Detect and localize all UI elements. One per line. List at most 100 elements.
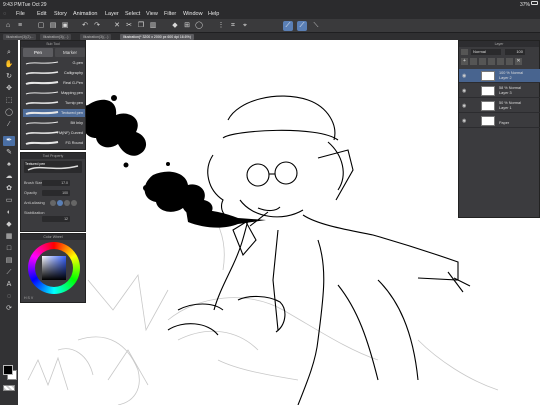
open-icon[interactable]: ▤ [48,21,58,31]
antialias-medium[interactable] [64,200,70,206]
blend-mode-select[interactable]: Normal [471,49,501,55]
tab-marker[interactable]: Marker [55,48,85,57]
snap-grid-icon[interactable]: ⟍ [311,21,321,31]
main-color-swatch[interactable] [3,365,13,375]
menu-layer[interactable]: Layer [105,11,119,17]
pencil-icon[interactable]: ✎ [3,148,15,158]
opacity-row[interactable]: Opacity 100 [24,189,82,197]
eyedropper-icon[interactable]: ⁄ [3,120,15,130]
move-icon[interactable]: ✥ [3,84,15,94]
merge-layer-icon[interactable] [497,58,504,65]
frame-icon[interactable]: ▤ [3,256,15,266]
fill-icon[interactable]: ◆ [170,21,180,31]
brush-item[interactable]: Mapping pen [23,89,85,97]
brush-item[interactable]: FG Round [23,139,85,147]
undo-icon[interactable]: ↶ [80,21,90,31]
ruler-tool-icon[interactable]: ⟋ [3,268,15,278]
delete-layer-icon[interactable]: ✕ [515,58,522,65]
new-folder-icon[interactable] [479,58,486,65]
text-icon[interactable]: A [3,280,15,290]
brush-item[interactable]: Textured pen [23,109,85,117]
visibility-eye-icon[interactable]: ◉ [462,118,466,124]
layer-edit-icon[interactable] [471,88,477,94]
copy-icon[interactable]: ❐ [136,21,146,31]
menu-animation[interactable]: Animation [73,11,97,17]
transform-icon[interactable]: ⊞ [182,21,192,31]
decoration-icon[interactable]: ✿ [3,184,15,194]
menu-view[interactable]: View [146,11,158,17]
menu-filter[interactable]: Filter [164,11,176,17]
redo-icon[interactable]: ↷ [92,21,102,31]
visibility-eye-icon[interactable]: ◉ [462,88,466,94]
layer-edit-icon[interactable] [471,118,477,124]
menu-story[interactable]: Story [54,11,67,17]
new-layer-icon[interactable]: + [461,58,468,65]
brush-item[interactable]: Bit Inky [23,119,85,127]
brush-item[interactable]: Calligraphy [23,69,85,77]
visibility-eye-icon[interactable]: ◉ [462,73,466,79]
menu-edit[interactable]: Edit [37,11,46,17]
layer-lock-icon[interactable] [461,49,468,55]
stabilization-row[interactable]: Stabilization 12 [24,209,82,222]
layer-row[interactable]: ◉ Paper [459,114,540,128]
transparent-swatch[interactable] [3,385,15,391]
new-file-icon[interactable]: ▢ [36,21,46,31]
rotate-icon[interactable]: ↻ [3,72,15,82]
ruler-icon[interactable]: ⌗ [228,21,238,31]
hand-icon[interactable]: ✋ [3,60,15,70]
airbrush-icon[interactable]: ☁ [3,172,15,182]
tab-document-2[interactable]: Illustration(3)(...) [40,33,72,40]
cut-icon[interactable]: ✂ [124,21,134,31]
layer-opacity-slider[interactable]: 100 [505,49,525,55]
antialias-weak[interactable] [57,200,63,206]
menu-icon[interactable]: ≡ [15,21,25,31]
brush-item[interactable]: FM(NF) Curved [23,129,85,137]
saturation-value-square[interactable] [42,256,66,280]
tab-document-1[interactable]: Illustration(3)(2)... [3,33,37,40]
menu-help[interactable]: Help [208,11,219,17]
layer-edit-icon[interactable] [471,73,477,79]
blend-icon[interactable]: ◐ [3,208,15,218]
paste-icon[interactable]: ▥ [148,21,158,31]
brush-size-value[interactable]: 17.0 [42,180,70,186]
save-icon[interactable]: ▣ [60,21,70,31]
lasso-icon[interactable]: ◯ [194,21,204,31]
snap-special-icon[interactable]: ⟋ [297,21,307,31]
antialias-none[interactable] [50,200,56,206]
antialias-row[interactable]: Anti-aliasing [24,199,82,207]
layer-row[interactable]: ◉ 58 % Normal Layer 3 [459,84,540,98]
brush-item[interactable]: Real G-Pen [23,79,85,87]
tab-pen[interactable]: Pen [23,48,53,57]
brush-item[interactable]: G-pen [23,59,85,67]
tab-document-current[interactable]: Illustration(* 3200 x 2000 px 600 dpi 16… [120,33,194,40]
eraser-icon[interactable]: ▭ [3,196,15,206]
grid-icon[interactable]: ⋮ [216,21,226,31]
app-icon[interactable]: ◌ [3,11,6,17]
select-icon[interactable]: ⬚ [3,96,15,106]
new-vector-layer-icon[interactable] [470,58,477,65]
tab-document-3[interactable]: Illustration(3)(...) [80,33,112,40]
gradient-icon[interactable]: ▦ [3,232,15,242]
snap-ruler-icon[interactable]: ⟋ [283,21,293,31]
brush-item[interactable]: Turnip pen [23,99,85,107]
correct-line-icon[interactable]: ⟳ [3,304,15,314]
balloon-icon[interactable]: ◌ [3,292,15,302]
layer-edit-icon[interactable] [471,103,477,109]
lasso-tool-icon[interactable]: ◯ [3,108,15,118]
fill-tool-icon[interactable]: ◆ [3,220,15,230]
menu-file[interactable]: File [16,11,25,17]
hue-ring[interactable] [28,242,80,294]
clear-icon[interactable]: ✕ [112,21,122,31]
layer-row[interactable]: ◉ 50 % Normal Layer 1 [459,99,540,113]
menu-select[interactable]: Select [125,11,140,17]
brush-icon[interactable]: ♠ [3,160,15,170]
antialias-strong[interactable] [71,200,77,206]
pen-tool-icon[interactable]: ✒ [3,136,15,146]
clip-layer-icon[interactable] [488,58,495,65]
menu-window[interactable]: Window [183,11,203,17]
stabilization-value[interactable]: 12 [42,216,70,222]
home-icon[interactable]: ⌂ [3,21,13,31]
visibility-eye-icon[interactable]: ◉ [462,103,466,109]
layer-row[interactable]: ◉ 100 % Normal Layer 2 [459,69,540,83]
brush-size-row[interactable]: Brush Size 17.0 [24,179,82,187]
